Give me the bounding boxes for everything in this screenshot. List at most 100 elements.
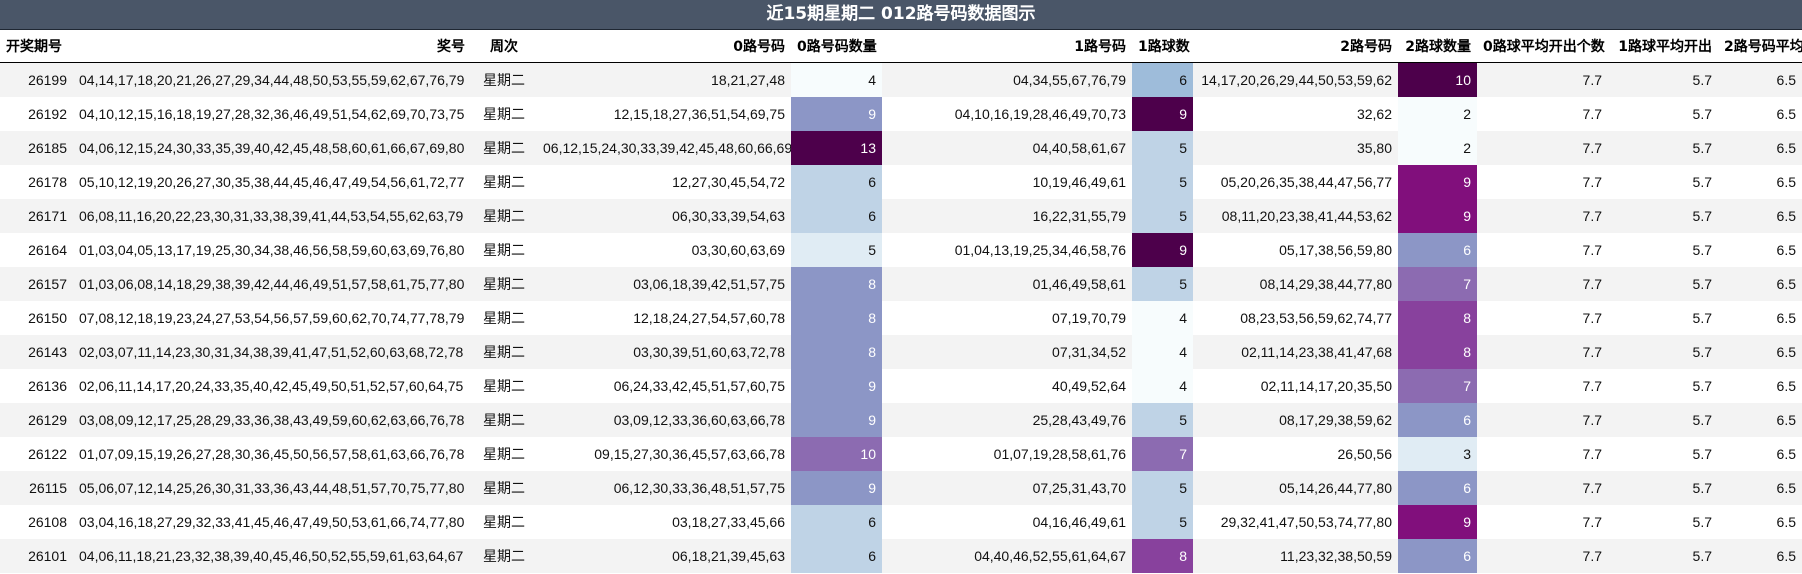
cell-route2-numbers: 08,23,53,56,59,62,74,77 [1193,301,1398,335]
cell-issue: 26185 [0,131,73,165]
cell-route1-numbers: 07,19,70,79 [882,301,1132,335]
cell-weekday: 星期二 [471,369,537,403]
cell-numbers: 01,03,04,05,13,17,19,25,30,34,38,46,56,5… [73,233,471,267]
cell-route2-count: 6 [1398,471,1477,505]
cell-route0-avg: 7.7 [1477,539,1608,573]
table-row: 26178 05,10,12,19,20,26,27,30,35,38,44,45… [0,165,1802,199]
col-header-route0-numbers[interactable]: 0路号码 [537,30,791,63]
cell-route2-numbers: 26,50,56 [1193,437,1398,471]
cell-route1-count: 8 [1132,539,1193,573]
table-row: 26192 04,10,12,15,16,18,19,27,28,32,36,46… [0,97,1802,131]
cell-weekday: 星期二 [471,403,537,437]
cell-numbers: 01,03,06,08,14,18,29,38,39,42,44,46,49,5… [73,267,471,301]
cell-route0-count: 8 [791,267,882,301]
col-header-route1-numbers[interactable]: 1路号码 [882,30,1132,63]
cell-route1-numbers: 07,25,31,43,70 [882,471,1132,505]
cell-route0-avg: 7.7 [1477,62,1608,97]
cell-route2-avg: 6.5 [1718,301,1802,335]
cell-route0-numbers: 03,06,18,39,42,51,57,75 [537,267,791,301]
cell-route1-count: 5 [1132,165,1193,199]
cell-route0-count: 9 [791,403,882,437]
cell-route1-numbers: 07,31,34,52 [882,335,1132,369]
cell-route1-avg: 5.7 [1608,539,1718,573]
cell-weekday: 星期二 [471,335,537,369]
table-row: 26143 02,03,07,11,14,23,30,31,34,38,39,41… [0,335,1802,369]
cell-route1-count: 5 [1132,505,1193,539]
cell-route1-avg: 5.7 [1608,471,1718,505]
cell-weekday: 星期二 [471,539,537,573]
cell-route2-count: 9 [1398,165,1477,199]
cell-route1-avg: 5.7 [1608,233,1718,267]
cell-route0-count: 13 [791,131,882,165]
cell-route0-count: 4 [791,62,882,97]
cell-route2-numbers: 05,14,26,44,77,80 [1193,471,1398,505]
cell-route1-count: 6 [1132,62,1193,97]
cell-weekday: 星期二 [471,97,537,131]
col-header-numbers[interactable]: 奖号 [73,30,471,63]
cell-route0-numbers: 03,18,27,33,45,66 [537,505,791,539]
col-header-route1-count[interactable]: 1路球数 [1132,30,1193,63]
cell-route2-avg: 6.5 [1718,199,1802,233]
cell-route2-avg: 6.5 [1718,539,1802,573]
cell-route0-count: 6 [791,199,882,233]
col-header-route2-count[interactable]: 2路球数量 [1398,30,1477,63]
table-row: 26101 04,06,11,18,21,23,32,38,39,40,45,46… [0,539,1802,573]
cell-route1-numbers: 01,04,13,19,25,34,46,58,76 [882,233,1132,267]
cell-numbers: 07,08,12,18,19,23,24,27,53,54,56,57,59,6… [73,301,471,335]
cell-numbers: 06,08,11,16,20,22,23,30,31,33,38,39,41,4… [73,199,471,233]
cell-route1-avg: 5.7 [1608,335,1718,369]
cell-issue: 26122 [0,437,73,471]
cell-route2-numbers: 08,11,20,23,38,41,44,53,62 [1193,199,1398,233]
cell-weekday: 星期二 [471,505,537,539]
cell-issue: 26192 [0,97,73,131]
cell-route1-count: 9 [1132,233,1193,267]
col-header-route1-avg[interactable]: 1路球平均开出 [1608,30,1718,63]
cell-route0-count: 8 [791,301,882,335]
cell-route2-numbers: 02,11,14,17,20,35,50 [1193,369,1398,403]
cell-route2-avg: 6.5 [1718,403,1802,437]
cell-route2-avg: 6.5 [1718,131,1802,165]
cell-route0-numbers: 03,09,12,33,36,60,63,66,78 [537,403,791,437]
cell-route2-avg: 6.5 [1718,335,1802,369]
cell-route0-avg: 7.7 [1477,165,1608,199]
cell-route1-numbers: 01,07,19,28,58,61,76 [882,437,1132,471]
cell-issue: 26129 [0,403,73,437]
cell-route2-count: 7 [1398,267,1477,301]
cell-route1-count: 4 [1132,369,1193,403]
cell-route2-numbers: 14,17,20,26,29,44,50,53,59,62 [1193,62,1398,97]
cell-route2-count: 6 [1398,233,1477,267]
cell-route1-avg: 5.7 [1608,267,1718,301]
col-header-route2-numbers[interactable]: 2路号码 [1193,30,1398,63]
cell-route2-count: 8 [1398,301,1477,335]
cell-issue: 26143 [0,335,73,369]
cell-issue: 26136 [0,369,73,403]
table-row: 26136 02,06,11,14,17,20,24,33,35,40,42,45… [0,369,1802,403]
cell-numbers: 04,06,11,18,21,23,32,38,39,40,45,46,50,5… [73,539,471,573]
cell-route2-avg: 6.5 [1718,505,1802,539]
cell-route0-count: 8 [791,335,882,369]
cell-route0-count: 9 [791,369,882,403]
col-header-weekday[interactable]: 周次 [471,30,537,63]
col-header-route0-count[interactable]: 0路号码数量 [791,30,882,63]
cell-route1-avg: 5.7 [1608,369,1718,403]
cell-route2-count: 2 [1398,131,1477,165]
header-row: 开奖期号 奖号 周次 0路号码 0路号码数量 1路号码 1路球数 2路号码 2路… [0,30,1802,63]
cell-route0-avg: 7.7 [1477,233,1608,267]
cell-route1-numbers: 04,40,46,52,55,61,64,67 [882,539,1132,573]
cell-numbers: 03,04,16,18,27,29,32,33,41,45,46,47,49,5… [73,505,471,539]
table-row: 26185 04,06,12,15,24,30,33,35,39,40,42,45… [0,131,1802,165]
col-header-route0-avg[interactable]: 0路球平均开出个数 [1477,30,1608,63]
cell-route2-numbers: 05,20,26,35,38,44,47,56,77 [1193,165,1398,199]
cell-route1-count: 4 [1132,335,1193,369]
cell-route0-avg: 7.7 [1477,403,1608,437]
col-header-issue[interactable]: 开奖期号 [0,30,73,63]
cell-route2-numbers: 05,17,38,56,59,80 [1193,233,1398,267]
cell-route2-count: 10 [1398,62,1477,97]
cell-route0-count: 9 [791,97,882,131]
cell-route0-avg: 7.7 [1477,131,1608,165]
cell-route1-avg: 5.7 [1608,301,1718,335]
cell-route0-numbers: 03,30,60,63,69 [537,233,791,267]
cell-route0-count: 6 [791,165,882,199]
col-header-route2-avg[interactable]: 2路号码平均开出数量 [1718,30,1802,63]
table-title: 近15期星期二 012路号码数据图示 [0,0,1802,30]
